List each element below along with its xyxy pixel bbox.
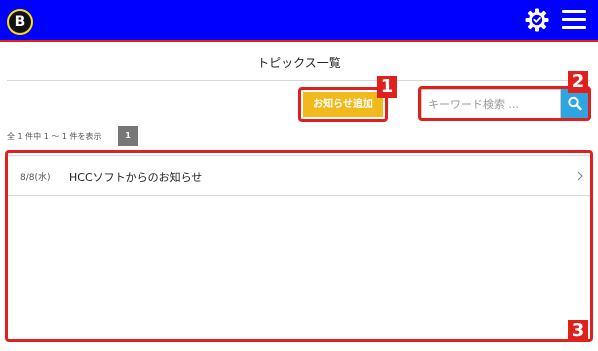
app-logo[interactable]: B [7,9,33,35]
page-button-1[interactable]: 1 [118,126,138,146]
callout-badge-3: 3 [568,320,588,342]
logo-letter: B [9,11,31,33]
callout-frame-1 [298,87,388,122]
callout-badge-2: 2 [568,71,588,93]
callout-badge-1: 1 [377,76,397,98]
result-count: 全 1 件中 1 〜 1 件を表示 [7,132,102,141]
hamburger-menu-icon[interactable] [562,10,586,32]
callout-frame-2 [418,86,591,121]
page-title: トピックス一覧 [257,56,341,70]
settings-gear-icon[interactable] [525,8,549,32]
callout-frame-3 [5,150,593,342]
title-divider [7,80,590,81]
header-bar: B [0,0,598,42]
